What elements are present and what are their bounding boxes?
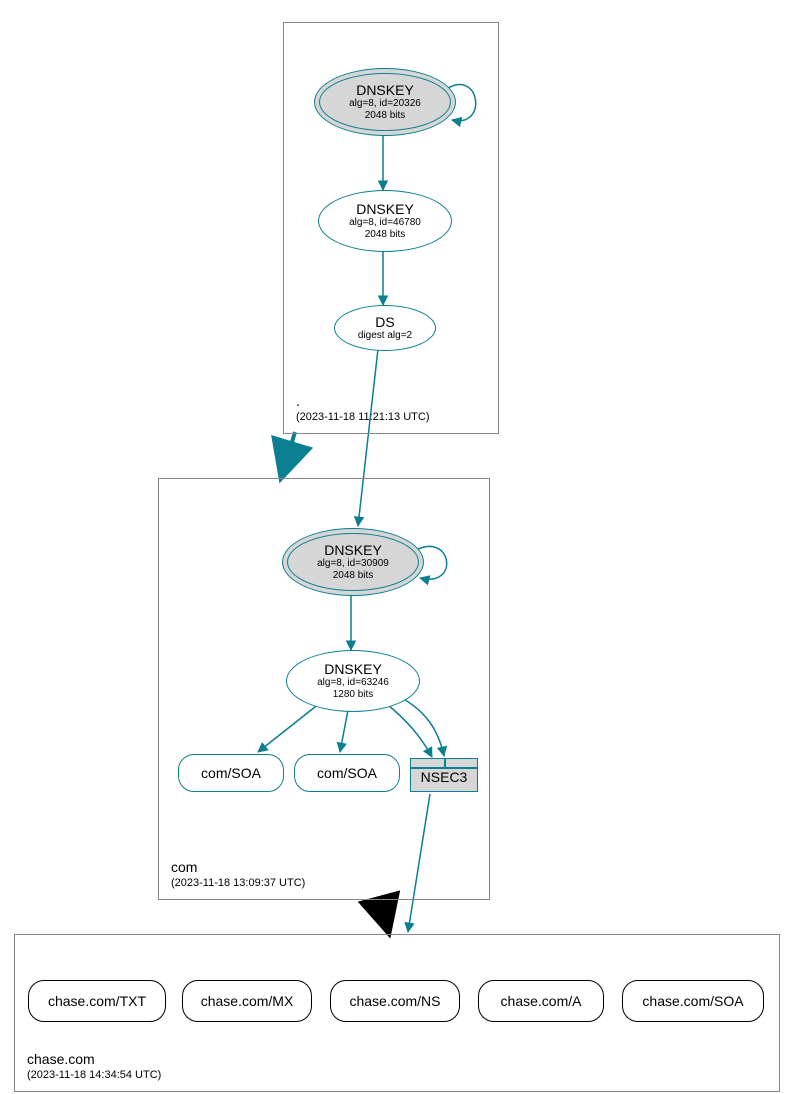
com-soa2-label: com/SOA	[317, 765, 377, 781]
com-zsk-title: DNSKEY	[324, 661, 382, 677]
node-com-ksk: DNSKEY alg=8, id=30909 2048 bits	[282, 528, 424, 596]
node-com-soa1: com/SOA	[178, 754, 284, 792]
zone-com-ts: (2023-11-18 13:09:37 UTC)	[171, 877, 305, 889]
node-root-zsk: DNSKEY alg=8, id=46780 2048 bits	[318, 190, 452, 252]
node-com-zsk: DNSKEY alg=8, id=63246 1280 bits	[286, 650, 420, 712]
chase-soa-label: chase.com/SOA	[642, 993, 743, 1009]
chase-mx-label: chase.com/MX	[201, 993, 294, 1009]
chase-txt-label: chase.com/TXT	[48, 993, 146, 1009]
com-zsk-bits: 1280 bits	[333, 689, 374, 701]
zone-com-label: com (2023-11-18 13:09:37 UTC)	[171, 859, 305, 889]
root-zsk-bits: 2048 bits	[365, 229, 406, 241]
edge-com-to-chase	[380, 900, 388, 930]
chase-ns-label: chase.com/NS	[349, 993, 440, 1009]
zone-chase-name: chase.com	[27, 1051, 161, 1067]
node-root-ds: DS digest alg=2	[334, 305, 436, 351]
node-chase-ns: chase.com/NS	[330, 980, 460, 1022]
zone-root-name: .	[296, 393, 430, 409]
node-chase-mx: chase.com/MX	[182, 980, 312, 1022]
root-zsk-alg: alg=8, id=46780	[349, 217, 421, 229]
zone-root-ts: (2023-11-18 11:21:13 UTC)	[296, 411, 430, 423]
zone-root-label: . (2023-11-18 11:21:13 UTC)	[296, 393, 430, 423]
node-root-ksk: DNSKEY alg=8, id=20326 2048 bits	[314, 68, 456, 136]
chase-a-label: chase.com/A	[501, 993, 582, 1009]
zone-chase-ts: (2023-11-18 14:34:54 UTC)	[27, 1069, 161, 1081]
zone-com-name: com	[171, 859, 305, 875]
edge-root-to-com	[282, 432, 295, 475]
nsec3-label: NSEC3	[411, 769, 477, 785]
dnssec-diagram: . (2023-11-18 11:21:13 UTC) DNSKEY alg=8…	[0, 0, 792, 1094]
root-zsk-title: DNSKEY	[356, 201, 414, 217]
node-chase-txt: chase.com/TXT	[28, 980, 166, 1022]
com-soa1-label: com/SOA	[201, 765, 261, 781]
node-chase-a: chase.com/A	[478, 980, 604, 1022]
root-ds-alg: digest alg=2	[358, 330, 412, 342]
node-chase-soa: chase.com/SOA	[622, 980, 764, 1022]
node-com-soa2: com/SOA	[294, 754, 400, 792]
zone-chase-label: chase.com (2023-11-18 14:34:54 UTC)	[27, 1051, 161, 1081]
com-zsk-alg: alg=8, id=63246	[317, 677, 389, 689]
root-ds-title: DS	[375, 314, 394, 330]
node-nsec3: NSEC3	[410, 758, 478, 792]
